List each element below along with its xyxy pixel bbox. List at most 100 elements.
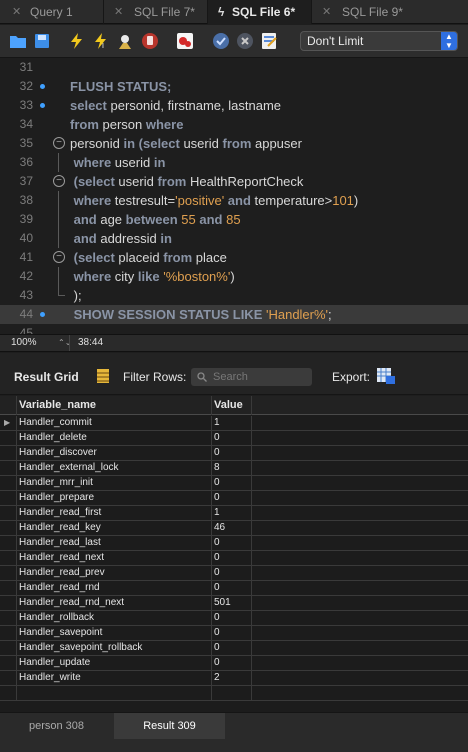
result-grid[interactable]: Variable_name Value ▶ Handler_commit 1 Hand… [0,396,468,712]
row-marker[interactable] [0,671,17,686]
cell-value[interactable]: 0 [212,611,252,626]
table-row[interactable]: Handler_prepare 0 [0,491,468,506]
table-row[interactable]: Handler_update 0 [0,656,468,671]
row-marker[interactable] [0,566,17,581]
table-row[interactable]: Handler_rollback 0 [0,611,468,626]
chevron-updown-icon[interactable]: ▲ ▼ [441,32,457,50]
row-marker[interactable] [0,461,17,476]
cell-value[interactable] [212,686,252,701]
table-row[interactable] [0,686,468,701]
table-row[interactable]: Handler_read_prev 0 [0,566,468,581]
rollback-icon[interactable] [236,32,254,50]
table-row[interactable]: Handler_savepoint 0 [0,626,468,641]
zoom-level[interactable]: 100% [11,335,37,351]
result-tab-result-309[interactable]: Result 309 [114,713,225,739]
filter-search-input[interactable]: Search [191,368,312,386]
close-icon[interactable]: ✕ [114,0,123,24]
editor-line[interactable]: 43 ); [0,286,468,305]
cell-value[interactable]: 0 [212,446,252,461]
row-marker[interactable] [0,596,17,611]
editor-line[interactable]: 40 and addressid in [0,229,468,248]
cell-variable-name[interactable]: Handler_read_rnd_next [17,596,212,611]
cell-value[interactable]: 0 [212,581,252,596]
cell-variable-name[interactable]: Handler_commit [17,416,212,431]
editor-line[interactable]: 36 where userid in [0,153,468,172]
cell-value[interactable]: 0 [212,431,252,446]
execute-icon[interactable] [68,32,86,50]
result-tab-person-308[interactable]: person 308 [0,713,113,739]
table-row[interactable]: Handler_mrr_init 0 [0,476,468,491]
cell-variable-name[interactable]: Handler_read_next [17,551,212,566]
table-row[interactable]: Handler_read_rnd 0 [0,581,468,596]
editor-line[interactable]: 44 SHOW SESSION STATUS LIKE 'Handler%'; [0,305,468,324]
editor-line[interactable]: 37 − (select userid from HealthReportChec… [0,172,468,191]
table-row[interactable]: Handler_read_rnd_next 501 [0,596,468,611]
cell-value[interactable]: 0 [212,566,252,581]
cell-variable-name[interactable]: Handler_read_prev [17,566,212,581]
row-marker[interactable] [0,506,17,521]
editor-line[interactable]: 33 select personid, firstname, lastname [0,96,468,115]
table-row[interactable]: Handler_discover 0 [0,446,468,461]
export-icon[interactable] [376,367,396,385]
table-row[interactable]: Handler_write 2 [0,671,468,686]
cell-variable-name[interactable]: Handler_read_key [17,521,212,536]
table-row[interactable]: ▶ Handler_commit 1 [0,416,468,431]
cell-value[interactable]: 0 [212,641,252,656]
fold-toggle-icon[interactable]: − [53,137,65,149]
cell-variable-name[interactable]: Handler_prepare [17,491,212,506]
row-marker[interactable]: ▶ [0,416,17,431]
editor-line[interactable]: 42 where city like '%boston%') [0,267,468,286]
row-marker[interactable] [0,626,17,641]
cell-value[interactable]: 2 [212,671,252,686]
open-folder-icon[interactable] [9,32,27,50]
row-marker[interactable] [0,476,17,491]
commit-icon[interactable] [212,32,230,50]
editor-line[interactable]: 35 − personid in (select userid from appus… [0,134,468,153]
row-marker[interactable] [0,611,17,626]
cell-variable-name[interactable]: Handler_delete [17,431,212,446]
cell-variable-name[interactable]: Handler_discover [17,446,212,461]
result-grid-icon[interactable] [96,368,110,384]
row-marker[interactable] [0,491,17,506]
table-row[interactable]: Handler_read_first 1 [0,506,468,521]
cell-value[interactable]: 8 [212,461,252,476]
table-row[interactable]: Handler_read_key 46 [0,521,468,536]
cell-variable-name[interactable]: Handler_update [17,656,212,671]
row-marker[interactable] [0,431,17,446]
table-row[interactable]: Handler_external_lock 8 [0,461,468,476]
editor-line[interactable]: 41 − (select placeid from place [0,248,468,267]
cell-value[interactable]: 0 [212,626,252,641]
cell-variable-name[interactable]: Handler_savepoint_rollback [17,641,212,656]
editor-line[interactable]: 45 [0,324,468,334]
tab-query-1[interactable]: ✕ Query 1 [0,0,104,24]
fold-toggle-icon[interactable]: − [53,251,65,263]
row-marker[interactable] [0,641,17,656]
tab-sql-file-9[interactable]: ✕ SQL File 9* [312,0,416,24]
explain-icon[interactable] [116,32,134,50]
toggle-error-icon[interactable] [176,32,194,50]
row-marker[interactable] [0,536,17,551]
cell-value[interactable]: 0 [212,536,252,551]
row-marker[interactable] [0,686,17,701]
cell-variable-name[interactable] [17,686,212,701]
close-icon[interactable]: ✕ [12,0,21,24]
cell-value[interactable]: 1 [212,506,252,521]
cell-variable-name[interactable]: Handler_read_last [17,536,212,551]
row-marker[interactable] [0,521,17,536]
editor-line[interactable]: 31 [0,58,468,77]
execute-current-icon[interactable]: I [92,32,110,50]
table-row[interactable]: Handler_savepoint_rollback 0 [0,641,468,656]
cell-variable-name[interactable]: Handler_savepoint [17,626,212,641]
limit-rows-select[interactable]: Don't Limit ▲ ▼ [300,31,458,51]
cell-variable-name[interactable]: Handler_read_first [17,506,212,521]
sql-editor[interactable]: 31 32 FLUSH STATUS; 33 select personid, firs… [0,58,468,334]
close-icon[interactable]: ✕ [322,0,331,24]
cell-variable-name[interactable]: Handler_external_lock [17,461,212,476]
tab-sql-file-6[interactable]: ϟ SQL File 6* [208,0,312,24]
table-row[interactable]: Handler_delete 0 [0,431,468,446]
cell-value[interactable]: 0 [212,491,252,506]
column-header-variable-name[interactable]: Variable_name [17,396,212,415]
editor-line[interactable]: 39 and age between 55 and 85 [0,210,468,229]
cell-value[interactable]: 46 [212,521,252,536]
auto-commit-icon[interactable] [260,32,278,50]
